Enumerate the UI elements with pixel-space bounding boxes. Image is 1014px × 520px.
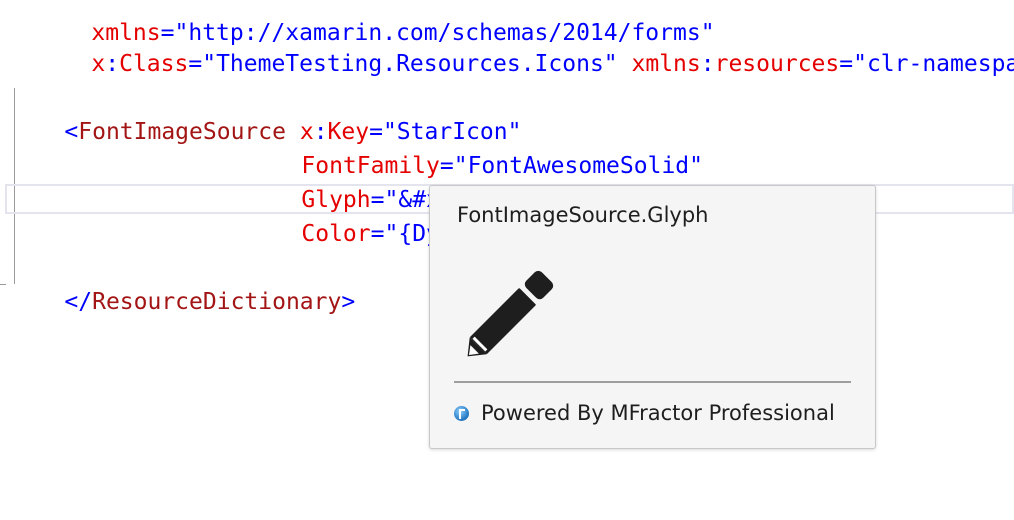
attr-name: resources: [714, 51, 840, 77]
punct: =: [370, 221, 385, 247]
punct: :: [105, 51, 120, 77]
powered-by-text: Powered By MFractor Professional: [481, 401, 835, 425]
code-line-6[interactable]: Glyph="&#xf040;": [246, 149, 523, 213]
attr-value: "clr-namespace:: [853, 51, 1014, 77]
attr-name: Color: [301, 221, 371, 247]
attr-name: Class: [119, 51, 189, 77]
code-line-5[interactable]: FontFamily="FontAwesomeSolid": [246, 115, 703, 179]
punct: =: [188, 51, 203, 77]
punct: </: [64, 289, 93, 315]
ns-prefix: x: [91, 51, 106, 77]
tooltip-title: FontImageSource.Glyph: [457, 203, 709, 227]
pencil-icon: [460, 264, 560, 364]
tooltip-divider: [454, 381, 851, 383]
punct: <: [64, 119, 79, 145]
code-line-2[interactable]: x:Class="ThemeTesting.Resources.Icons" x…: [36, 13, 1014, 77]
code-line-9[interactable]: </ResourceDictionary>: [9, 251, 355, 315]
fold-guide-end: [0, 284, 6, 285]
punct: >: [341, 289, 356, 315]
tooltip-footer: Powered By MFractor Professional: [454, 401, 835, 425]
quick-info-tooltip: FontImageSource.Glyph Powered By MFracto…: [429, 185, 876, 449]
code-line-4[interactable]: <FontImageSource x:Key="StarIcon": [9, 81, 521, 145]
attr-value: "ThemeTesting.Resources.Icons": [202, 51, 618, 77]
ns-prefix: xmlns: [631, 51, 701, 77]
punct: =: [839, 51, 854, 77]
mfractor-logo-icon: [454, 405, 469, 421]
tag-name: ResourceDictionary: [92, 289, 342, 315]
punct: :: [700, 51, 715, 77]
